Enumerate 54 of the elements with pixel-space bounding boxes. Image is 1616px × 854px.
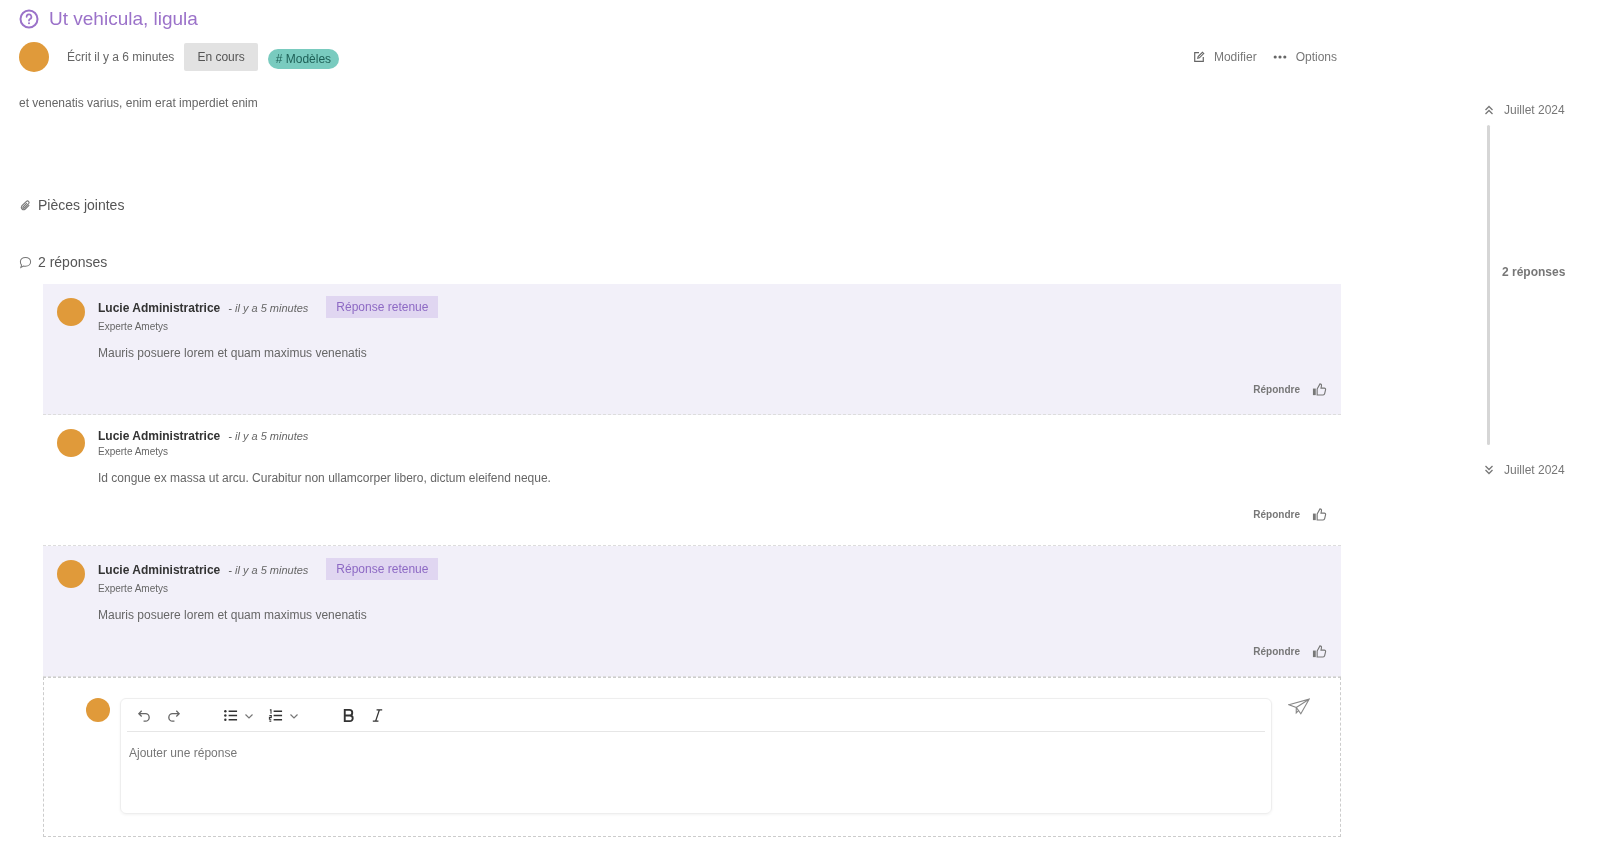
author-name: Lucie Administratrice — [98, 563, 221, 577]
accepted-badge: Réponse retenue — [326, 296, 439, 318]
avatar — [86, 698, 110, 722]
author-name: Lucie Administratrice — [98, 301, 221, 315]
author-role: Experte Ametys — [98, 321, 170, 332]
redo-icon[interactable] — [166, 708, 181, 723]
edit-icon — [1192, 51, 1205, 63]
send-icon[interactable] — [1288, 698, 1310, 715]
written-time: Écrit il y a 6 minutes — [67, 50, 175, 64]
thumbs-up-icon[interactable] — [1312, 382, 1327, 397]
tag-label: # Modèles — [267, 49, 340, 69]
reply-editor[interactable]: Ajouter une réponse — [120, 698, 1272, 814]
question-icon — [19, 9, 39, 29]
undo-icon[interactable] — [137, 708, 152, 723]
double-chevron-down-icon[interactable] — [1484, 465, 1494, 475]
question-body: et venenatis varius, enim erat imperdiet enim — [19, 96, 259, 110]
action-button[interactable]: Modifier — [1192, 50, 1257, 64]
thumbs-up-icon[interactable] — [1312, 644, 1327, 659]
numbered-list-icon[interactable] — [268, 708, 283, 723]
author-role: Experte Ametys — [98, 446, 170, 457]
timeline-scroll-bar[interactable] — [1487, 125, 1490, 445]
avatar — [57, 429, 85, 457]
attachments-label: Pièces jointes — [38, 197, 125, 213]
avatar — [19, 42, 49, 72]
author-name: Lucie Administratrice — [98, 429, 221, 443]
reply-text: Mauris posuere lorem et quam maximus venenatis — [98, 346, 368, 360]
reply-button[interactable]: Répondre — [1253, 646, 1300, 657]
avatar — [57, 560, 85, 588]
reply-time: - il y a 5 minutes — [228, 564, 309, 576]
reply-button[interactable]: Répondre — [1253, 509, 1300, 520]
action-button[interactable]: Options — [1272, 50, 1337, 64]
bold-icon[interactable] — [341, 708, 356, 723]
comment-icon — [19, 255, 32, 269]
reply-text: Id congue ex massa ut arcu. Curabitur non ullamcorper libero, dictum eleifend neque. — [98, 471, 552, 485]
italic-icon[interactable] — [370, 708, 385, 723]
reply-input[interactable]: Ajouter une réponse — [127, 732, 431, 774]
timeline-position-label: 2 réponses — [1502, 265, 1566, 279]
responses-count: 2 réponses — [38, 254, 108, 270]
avatar — [57, 298, 85, 326]
paperclip-icon — [19, 198, 32, 212]
accepted-badge: Réponse retenue — [326, 558, 439, 580]
timeline-start-date: Juillet 2024 — [1504, 103, 1565, 117]
more-icon — [1272, 54, 1287, 60]
status-label: En cours — [184, 43, 258, 71]
reply-button[interactable]: Répondre — [1253, 384, 1300, 395]
reply-text: Mauris posuere lorem et quam maximus venenatis — [98, 608, 368, 622]
bullet-list-icon[interactable] — [223, 708, 238, 723]
question-title: Ut vehicula, ligula — [49, 8, 198, 30]
double-chevron-up-icon[interactable] — [1484, 105, 1494, 115]
timeline-end-date: Juillet 2024 — [1504, 463, 1565, 477]
reply-time: - il y a 5 minutes — [228, 430, 309, 442]
author-role: Experte Ametys — [98, 583, 170, 594]
reply-time: - il y a 5 minutes — [228, 302, 309, 314]
thumbs-up-icon[interactable] — [1312, 507, 1327, 522]
